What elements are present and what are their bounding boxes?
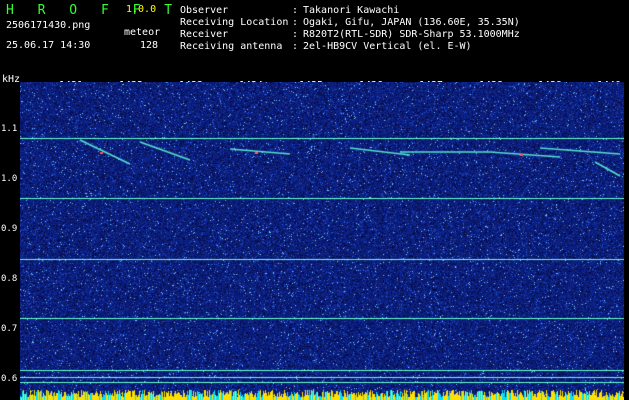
freq-tick: 0.6 — [1, 374, 18, 384]
meteor-count-value: 128 — [140, 40, 159, 51]
meteor-count-label: meteor — [124, 27, 161, 38]
app-version: 1.0.0 — [126, 4, 157, 15]
freq-tick: 1.0 — [1, 174, 18, 184]
spectrogram-canvas — [20, 82, 624, 400]
location-colon: : — [292, 17, 299, 28]
freq-tick: 0.8 — [1, 274, 18, 284]
observer-colon: : — [292, 5, 299, 16]
antenna-value: 2el-HB9CV Vertical (el. E-W) — [303, 41, 472, 52]
antenna-label: Receiving antenna — [180, 41, 283, 52]
frequency-axis: 1.1 1.0 0.9 0.8 0.7 0.6 — [0, 92, 20, 400]
freq-tick: 1.1 — [1, 124, 18, 134]
receiver-label: Receiver — [180, 29, 229, 40]
freq-tick: 0.9 — [1, 224, 18, 234]
capture-filename: 2506171430.png — [6, 20, 91, 31]
observer-value: Takanori Kawachi — [303, 5, 400, 16]
capture-datetime: 25.06.17 14:30 — [6, 40, 91, 51]
location-value: Ogaki, Gifu, JAPAN (136.60E, 35.35N) — [303, 17, 520, 28]
location-label: Receiving Location — [180, 17, 289, 28]
receiver-value: R820T2(RTL-SDR) SDR-Sharp 53.1000MHz — [303, 29, 520, 40]
freq-tick: 0.7 — [1, 324, 18, 334]
header-panel: H R O F F T 1.0.0 2506171430.png 25.06.1… — [0, 0, 629, 74]
observer-label: Observer — [180, 5, 229, 16]
receiver-colon: : — [292, 29, 299, 40]
antenna-colon: : — [292, 41, 299, 52]
